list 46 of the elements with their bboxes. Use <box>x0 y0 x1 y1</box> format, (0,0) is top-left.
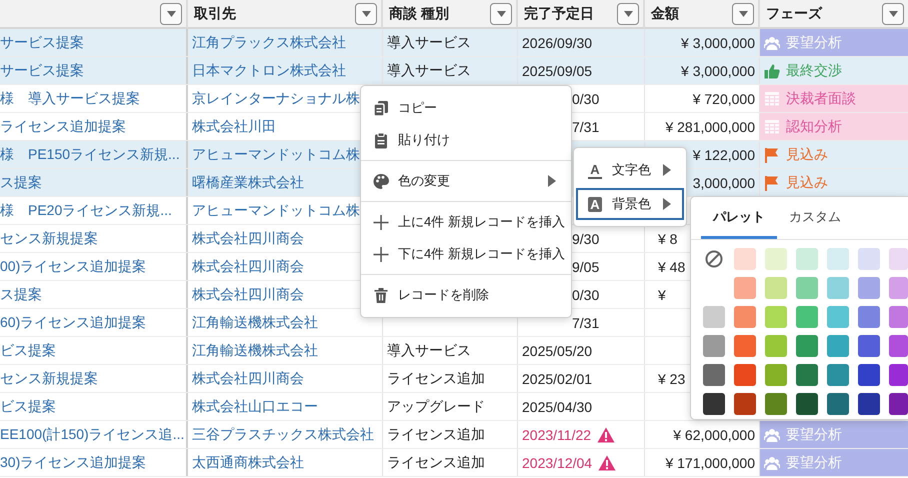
table-cell: ¥ 122,000 <box>692 146 755 162</box>
phase-label: 要望分析 <box>786 34 842 52</box>
column-title: フェーズ <box>766 4 824 22</box>
table-cell: ¥ 48 <box>658 258 686 274</box>
phase-label: 要望分析 <box>786 426 842 444</box>
table-cell: アップグレード <box>387 398 485 416</box>
table-cell: 3,000,000 <box>692 174 755 190</box>
phase-label: 最終交渉 <box>786 62 842 80</box>
table-cell: ¥ 8 <box>658 230 678 246</box>
due-date: 2025/05/20 <box>522 342 592 358</box>
due-date: 9/30 <box>572 230 600 246</box>
table-cell: 導入サービス <box>387 62 471 80</box>
due-date: 2023/12/04 <box>522 454 592 470</box>
due-date: 2026/09/30 <box>522 34 592 50</box>
table-cell: ¥ 720,000 <box>692 90 755 106</box>
table-cell: ¥ 171,000,000 <box>665 454 755 470</box>
due-date: 0/30 <box>572 90 600 106</box>
due-date: 9/05 <box>572 258 600 274</box>
fill-color-icon: A <box>588 196 602 212</box>
phase-label: 決裁者面談 <box>786 90 856 108</box>
due-date: 0/30 <box>572 286 600 302</box>
phase-label: 見込み <box>786 174 828 192</box>
table-cell: 導入サービス <box>387 34 471 52</box>
column-title: 完了予定日 <box>524 4 595 22</box>
column-title: 金額 <box>651 4 680 22</box>
table-cell: 導入サービス <box>387 342 471 360</box>
due-date: 7/31 <box>572 118 600 134</box>
table-cell: ¥ 23 <box>658 370 686 386</box>
column-title: 取引先 <box>194 4 237 22</box>
table-cell: ¥ 3,000,000 <box>681 62 755 78</box>
table-cell: ライセンス追加 <box>387 370 485 388</box>
table-cell: ライセンス追加 <box>387 454 485 472</box>
phase-label: 認知分析 <box>786 118 842 136</box>
due-date: 2025/02/01 <box>522 370 592 386</box>
due-date: 2025/04/30 <box>522 398 592 414</box>
table-cell: ライセンス追加 <box>387 426 485 444</box>
due-date: 2025/09/05 <box>522 62 592 78</box>
due-date: 7/31 <box>572 314 600 330</box>
table-cell: ¥ 3,000,000 <box>681 34 755 50</box>
table-cell: ¥ 62,000,000 <box>673 426 755 442</box>
phase-label: 見込み <box>786 146 828 164</box>
table-cell: ¥ 281,000,000 <box>665 118 755 134</box>
table-cell: ¥ <box>658 286 666 302</box>
column-title: 商談 種別 <box>389 4 450 22</box>
phase-label: 要望分析 <box>786 454 842 472</box>
due-date: 2023/11/22 <box>522 426 592 442</box>
